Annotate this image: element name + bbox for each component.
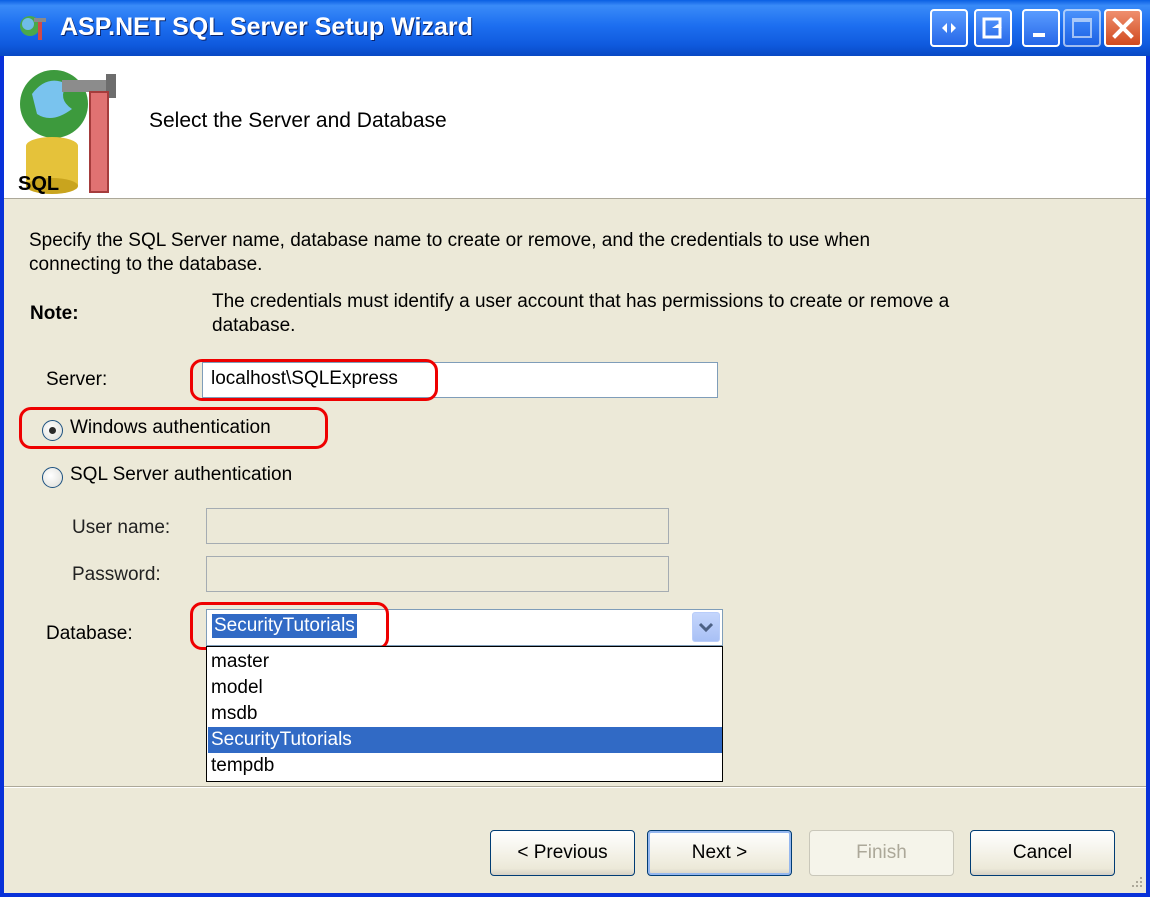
sql-setup-logo-icon: SQL [18, 70, 116, 194]
note-text-line2: database. [212, 315, 296, 336]
window-title: ASP.NET SQL Server Setup Wizard [60, 13, 473, 41]
server-highlight [190, 359, 438, 401]
list-item[interactable]: tempdb [208, 753, 722, 779]
app-icon [20, 16, 46, 40]
logo-text: SQL [18, 173, 59, 194]
restore-size-icon[interactable] [930, 9, 968, 47]
description-text-line2: connecting to the database. [29, 254, 263, 275]
note-text-line1: The credentials must identify a user acc… [212, 291, 950, 312]
windows-auth-highlight [19, 407, 328, 449]
note-label: Note: [30, 303, 79, 324]
chevron-down-icon [698, 622, 714, 633]
dialog-client: SQL Select the Server and Database Speci… [4, 56, 1146, 893]
finish-button[interactable]: Finish [809, 830, 954, 876]
sql-auth-radio[interactable] [42, 467, 63, 488]
database-highlight [190, 602, 389, 650]
title-bar[interactable]: ASP.NET SQL Server Setup Wizard [0, 0, 1150, 56]
close-icon[interactable] [1104, 9, 1142, 47]
description-text-line1: Specify the SQL Server name, database na… [29, 230, 871, 251]
server-label: Server: [46, 369, 108, 390]
footer-divider [4, 786, 1146, 788]
list-item[interactable]: model [208, 675, 722, 701]
list-item-selected[interactable]: SecurityTutorials [208, 727, 722, 753]
resize-grip-icon[interactable] [1126, 873, 1144, 891]
page-title: Select the Server and Database [149, 109, 447, 132]
database-dropdown-list[interactable]: master model msdb SecurityTutorials temp… [206, 646, 723, 782]
list-item[interactable]: master [208, 649, 722, 675]
previous-button[interactable]: < Previous [490, 830, 635, 876]
sql-auth-label[interactable]: SQL Server authentication [70, 464, 292, 486]
wizard-window: ASP.NET SQL Server Setup Wizard SQL Sele… [0, 0, 1150, 897]
cancel-button[interactable]: Cancel [970, 830, 1115, 876]
list-item[interactable]: msdb [208, 701, 722, 727]
minimize-icon[interactable] [1022, 9, 1060, 47]
username-label: User name: [72, 517, 171, 538]
maximize-icon[interactable] [1063, 9, 1101, 47]
password-label: Password: [72, 564, 161, 585]
password-input[interactable] [206, 556, 669, 592]
username-input[interactable] [206, 508, 669, 544]
next-button[interactable]: Next > [647, 830, 792, 876]
pin-window-icon[interactable] [974, 9, 1012, 47]
database-label: Database: [46, 623, 133, 644]
database-dropdown-button[interactable] [692, 612, 720, 642]
wizard-header: SQL Select the Server and Database [4, 56, 1146, 199]
